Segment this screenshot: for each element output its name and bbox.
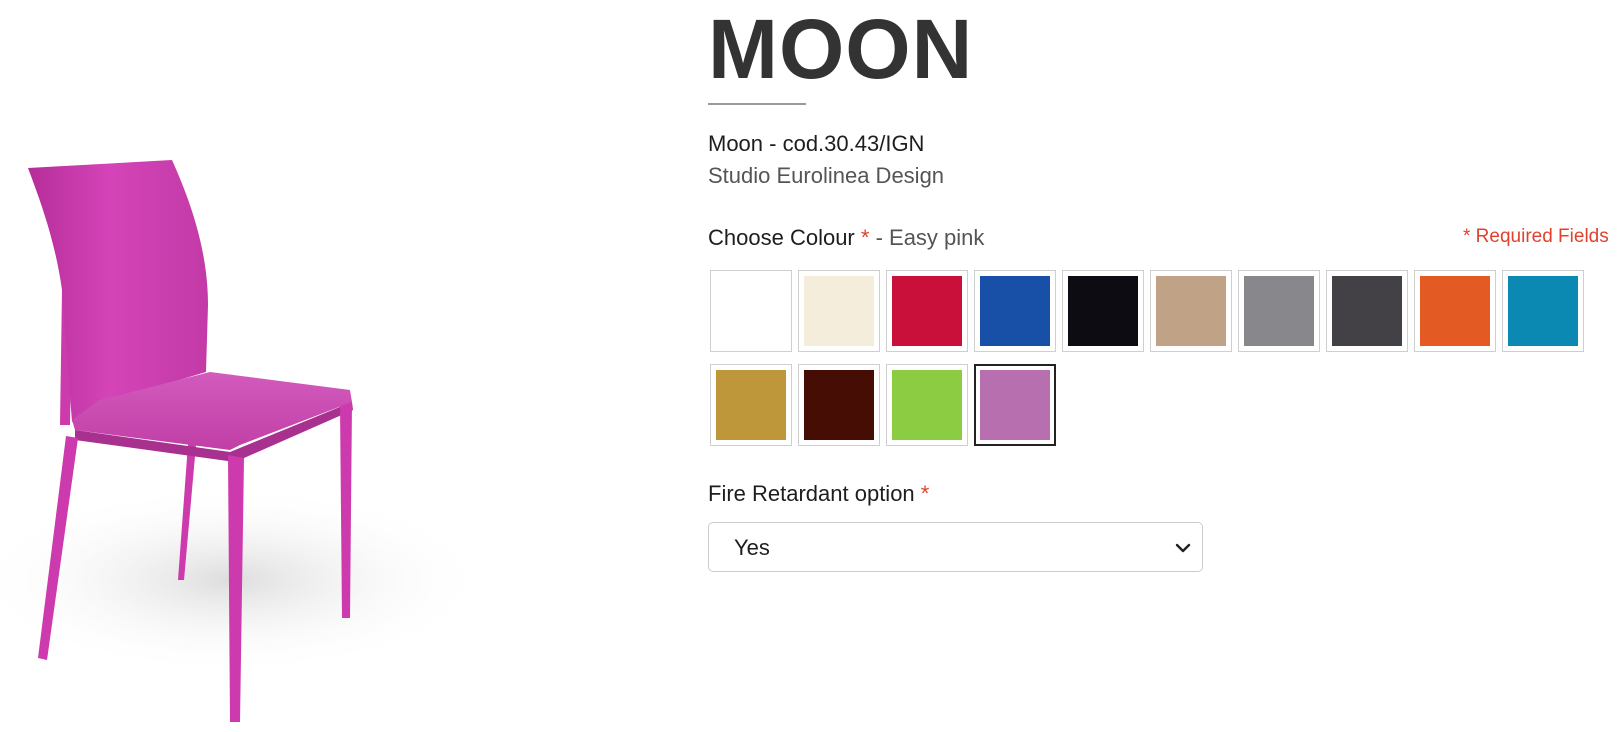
- colour-swatch-chip: [1156, 276, 1226, 346]
- selected-colour-name: Easy pink: [889, 225, 985, 250]
- colour-swatch-chip: [980, 370, 1050, 440]
- colour-swatch[interactable]: [710, 364, 792, 446]
- product-title: MOON: [708, 2, 974, 96]
- colour-swatch[interactable]: [886, 364, 968, 446]
- chair-front-leg-center: [228, 455, 244, 722]
- product-code: Moon - cod.30.43/IGN: [708, 131, 925, 156]
- colour-swatch[interactable]: [1062, 270, 1144, 352]
- colour-swatch-chip: [1508, 276, 1578, 346]
- colour-swatch[interactable]: [1238, 270, 1320, 352]
- colour-swatch-chip: [1420, 276, 1490, 346]
- title-divider: [708, 103, 806, 105]
- colour-swatch-chip: [804, 276, 874, 346]
- fire-retardant-label-text: Fire Retardant option: [708, 481, 915, 506]
- colour-label-text: Choose Colour: [708, 225, 855, 250]
- fire-retardant-value: Yes: [734, 535, 770, 560]
- product-designer: Studio Eurolinea Design: [708, 163, 945, 188]
- colour-swatch[interactable]: [974, 270, 1056, 352]
- colour-swatch[interactable]: [710, 270, 792, 352]
- colour-swatch-chip: [892, 276, 962, 346]
- colour-swatch-chip: [1244, 276, 1314, 346]
- chair-illustration: [0, 160, 490, 722]
- required-fields-note: * Required Fields: [1463, 226, 1609, 247]
- fire-retardant-required-star: *: [920, 481, 930, 506]
- colour-swatch-chip: [716, 370, 786, 440]
- colour-required-star: *: [860, 225, 870, 250]
- fire-retardant-label: Fire Retardant option *: [708, 481, 929, 507]
- floor-shadow: [0, 485, 490, 675]
- colour-swatch[interactable]: [974, 364, 1056, 446]
- chair-front-leg-right: [340, 402, 352, 618]
- colour-swatch[interactable]: [1150, 270, 1232, 352]
- colour-swatch[interactable]: [1414, 270, 1496, 352]
- colour-label: Choose Colour * - Easy pink: [708, 225, 984, 251]
- colour-swatch[interactable]: [798, 270, 880, 352]
- colour-swatch[interactable]: [1502, 270, 1584, 352]
- product-image: [0, 140, 500, 732]
- fire-retardant-select[interactable]: Yes: [708, 522, 1203, 572]
- colour-separator: -: [875, 225, 883, 250]
- colour-swatch-chip: [1332, 276, 1402, 346]
- colour-swatch-chip: [716, 276, 786, 346]
- colour-swatch-chip: [892, 370, 962, 440]
- colour-swatch-chip: [980, 276, 1050, 346]
- colour-swatch-chip: [1068, 276, 1138, 346]
- chevron-down-icon: [1175, 543, 1191, 553]
- colour-swatch[interactable]: [1326, 270, 1408, 352]
- colour-swatch[interactable]: [798, 364, 880, 446]
- colour-swatch[interactable]: [886, 270, 968, 352]
- colour-swatch-chip: [804, 370, 874, 440]
